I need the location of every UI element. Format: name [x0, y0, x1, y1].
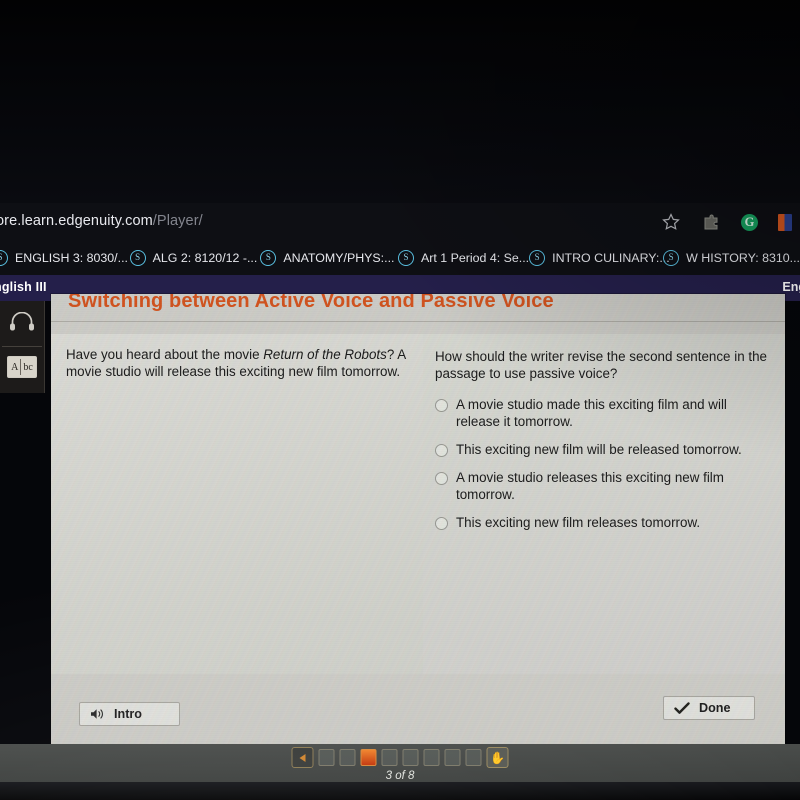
radio-button-icon[interactable] — [435, 399, 448, 412]
speaker-icon — [90, 707, 105, 721]
dictionary-icon: A bc — [7, 356, 37, 378]
address-bar-row[interactable]: ore.learn.edgenuity.com/Player/ G — [0, 203, 800, 241]
intro-audio-button[interactable]: Intro — [79, 702, 180, 726]
headphones-audio-button[interactable] — [4, 304, 40, 344]
profile-avatar-icon[interactable] — [778, 213, 792, 231]
lesson-stage: Switching between Active Voice and Passi… — [51, 294, 785, 744]
lesson-tool-rail: A bc — [0, 301, 45, 393]
bookmark-favicon-icon: S — [0, 250, 8, 266]
question-prompt: How should the writer revise the second … — [435, 349, 767, 381]
bookmark-w-history[interactable]: S W HISTORY: 8310... — [663, 241, 800, 275]
left-arrow-icon — [299, 753, 306, 762]
bookmark-label: ENGLISH 3: 8030/... — [15, 251, 128, 265]
address-bar-url[interactable]: ore.learn.edgenuity.com/Player/ — [0, 213, 203, 229]
photo-dark-bottom-area — [0, 782, 800, 800]
slide-box-6[interactable] — [423, 749, 440, 766]
bookmark-intro-culinary[interactable]: S INTRO CULINARY:... — [529, 241, 670, 275]
slide-pager: ✋ — [291, 747, 509, 768]
done-button-label: Done — [699, 701, 731, 715]
photo-dark-top-area — [0, 0, 800, 203]
extensions-puzzle-icon[interactable] — [701, 212, 721, 232]
answer-choice-label: This exciting new film releases tomorrow… — [456, 515, 701, 530]
slide-box-8[interactable] — [465, 749, 482, 766]
player-navigation-bar: ✋ 3 of 8 — [0, 744, 800, 782]
passage-movie-title: Return of the Robots — [263, 347, 387, 362]
passage-text: Have you heard about the movie Return of… — [66, 346, 409, 380]
passage-part-1: Have you heard about the movie — [66, 347, 264, 362]
slide-box-4[interactable] — [381, 749, 398, 766]
screen-photo: ore.learn.edgenuity.com/Player/ G S ENGL… — [0, 0, 800, 800]
course-name-right: Eng — [782, 280, 800, 294]
radio-button-icon[interactable] — [435, 517, 448, 530]
bookmark-label: W HISTORY: 8310... — [686, 251, 800, 265]
bookmark-label: ANATOMY/PHYS:... — [283, 251, 395, 265]
checkmark-icon — [674, 701, 690, 715]
slide-counter: 3 of 8 — [385, 770, 415, 782]
title-divider — [51, 321, 785, 322]
star-icon[interactable] — [661, 212, 681, 232]
radio-button-icon[interactable] — [435, 444, 448, 457]
bookmark-favicon-icon: S — [129, 250, 146, 266]
bookmark-label: Art 1 Period 4: Se... — [421, 251, 530, 265]
answer-choice-label: This exciting new film will be released … — [456, 442, 742, 457]
radio-button-icon[interactable] — [435, 472, 448, 485]
slide-box-7[interactable] — [444, 749, 461, 766]
answer-choice-c[interactable]: A movie studio releases this exciting ne… — [435, 469, 775, 503]
bookmarks-bar: S ENGLISH 3: 8030/... S ALG 2: 8120/12 -… — [0, 241, 800, 275]
bookmark-favicon-icon: S — [398, 250, 414, 266]
dictionary-letter-left: A — [11, 361, 19, 373]
bookmark-label: ALG 2: 8120/12 -... — [152, 251, 258, 265]
bookmark-favicon-icon: S — [663, 250, 680, 266]
lesson-title: Switching between Active Voice and Passi… — [68, 294, 554, 312]
bookmark-alg-2[interactable]: S ALG 2: 8120/12 -... — [129, 241, 261, 275]
answer-choice-b[interactable]: This exciting new film will be released … — [435, 441, 775, 458]
browser-toolbar-icons: G — [661, 212, 792, 232]
bookmark-anatomy-phys[interactable]: S ANATOMY/PHYS:... — [260, 241, 398, 275]
hand-cursor-icon[interactable]: ✋ — [486, 747, 509, 768]
question-column: How should the writer revise the second … — [423, 334, 785, 674]
browser-chrome: ore.learn.edgenuity.com/Player/ G S ENGL… — [0, 203, 800, 275]
url-host: ore.learn.edgenuity.com — [0, 213, 153, 229]
dictionary-letter-right: bc — [23, 361, 33, 373]
answer-choice-d[interactable]: This exciting new film releases tomorrow… — [435, 514, 775, 531]
bookmark-english-3[interactable]: S ENGLISH 3: 8030/... — [0, 241, 130, 275]
done-button[interactable]: Done — [663, 696, 755, 720]
answer-choice-label: A movie studio made this exciting film a… — [456, 397, 727, 429]
bookmark-label: INTRO CULINARY:... — [552, 251, 670, 265]
grammarly-icon[interactable]: G — [741, 213, 758, 231]
previous-slide-button[interactable] — [291, 747, 314, 768]
headphones-icon — [9, 311, 35, 336]
intro-button-label: Intro — [114, 707, 142, 721]
slide-box-2[interactable] — [339, 749, 356, 766]
slide-box-5[interactable] — [402, 749, 419, 766]
glossary-dictionary-button[interactable]: A bc — [4, 347, 40, 387]
passage-column: Have you heard about the movie Return of… — [51, 334, 423, 674]
course-name-left: nglish III — [0, 280, 47, 294]
answer-choice-a[interactable]: A movie studio made this exciting film a… — [435, 396, 775, 430]
bookmark-favicon-icon: S — [260, 250, 277, 266]
slide-box-1[interactable] — [318, 749, 335, 766]
bookmark-art-1[interactable]: S Art 1 Period 4: Se... — [398, 241, 529, 275]
url-path: /Player/ — [152, 213, 203, 229]
slide-box-3[interactable] — [360, 749, 377, 766]
lesson-body: Have you heard about the movie Return of… — [51, 334, 785, 674]
answer-choice-label: A movie studio releases this exciting ne… — [456, 470, 724, 502]
bookmark-favicon-icon: S — [529, 250, 546, 266]
